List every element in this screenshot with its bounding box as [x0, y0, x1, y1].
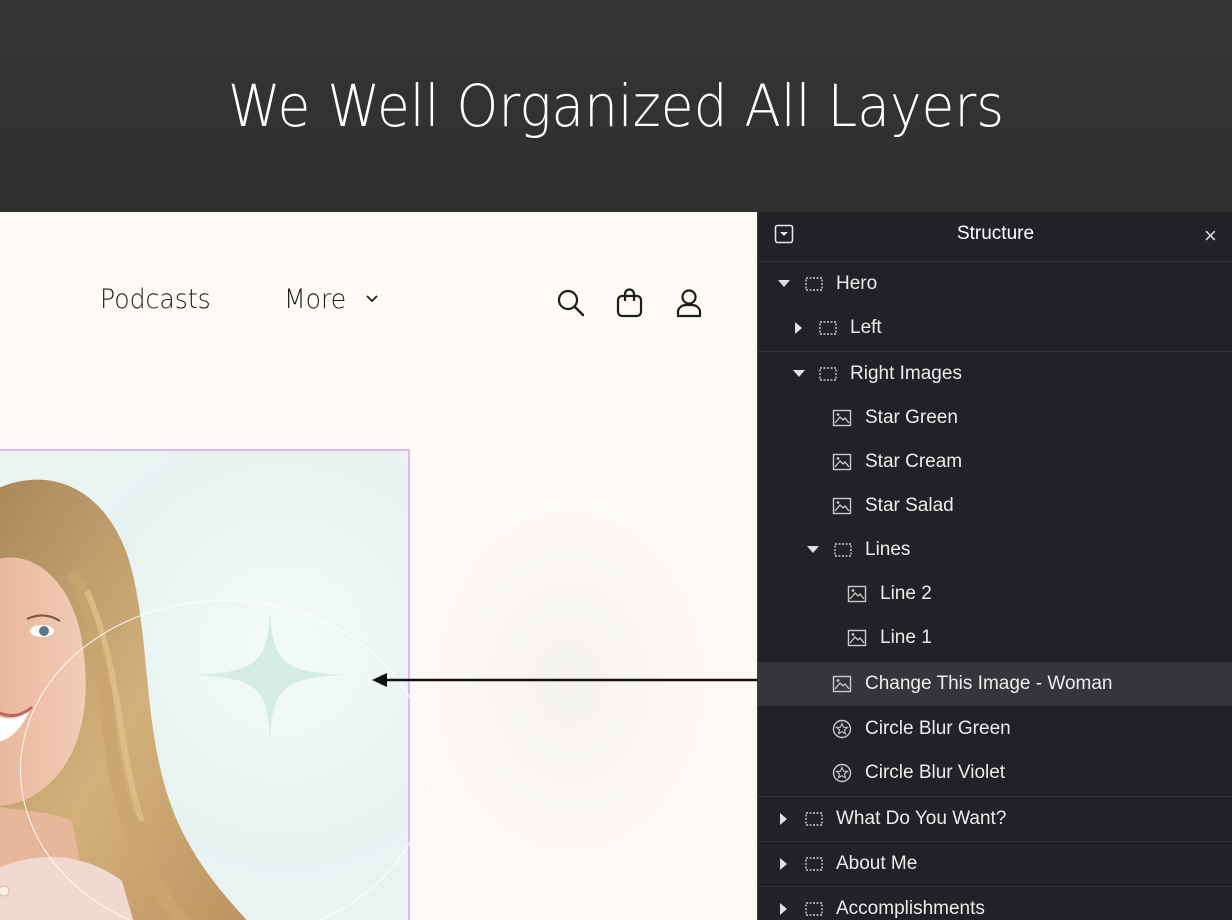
banner: We Well Organized All Layers	[0, 0, 1232, 212]
tree-item-right-images[interactable]: Right Images	[758, 351, 1232, 395]
tree-item-circle-blur-violet[interactable]: Circle Blur Violet	[758, 751, 1232, 795]
caret-right-icon[interactable]	[780, 903, 787, 915]
image-icon	[832, 497, 852, 515]
container-icon	[819, 321, 837, 335]
tree-item-circle-blur-green[interactable]: Circle Blur Green	[758, 707, 1232, 751]
chevron-down-icon[interactable]	[365, 294, 379, 304]
tree-item-lines[interactable]: Lines	[758, 528, 1232, 572]
tree-item-label: Change This Image - Woman	[865, 673, 1113, 694]
star-circle-icon	[832, 763, 852, 783]
caret-down-icon[interactable]	[807, 546, 819, 553]
tree-item-star-cream[interactable]: Star Cream	[758, 440, 1232, 484]
tree-item-label: Line 1	[880, 627, 932, 648]
section-icon	[805, 277, 823, 291]
star-sparkle-icon	[195, 610, 345, 740]
tree-item-label: About Me	[836, 853, 918, 874]
tree-item-label: What Do You Want?	[836, 808, 1007, 829]
tree-item-hero[interactable]: Hero	[758, 262, 1232, 306]
search-icon[interactable]	[556, 288, 586, 318]
star-circle-icon	[832, 719, 852, 739]
caret-down-icon[interactable]	[778, 280, 790, 287]
tree-item-label: Circle Blur Green	[865, 718, 1011, 739]
tree-item-label: Star Cream	[865, 451, 963, 472]
tree-item-label: Line 2	[880, 583, 932, 604]
container-icon	[819, 367, 837, 381]
website-preview: op Podcasts More	[0, 212, 757, 920]
tree-item-star-green[interactable]: Star Green	[758, 396, 1232, 440]
image-icon	[847, 585, 867, 603]
section-icon	[805, 812, 823, 826]
tree-item-label: Star Salad	[865, 495, 954, 516]
structure-panel: Structure × Hero Left Right Images Star …	[757, 212, 1232, 920]
user-icon[interactable]	[675, 288, 703, 318]
caret-right-icon[interactable]	[780, 813, 787, 825]
tree-item-label: Right Images	[850, 363, 962, 384]
panel-title: Structure	[956, 223, 1035, 244]
structure-panel-header: Structure ×	[758, 212, 1232, 262]
section-icon	[805, 902, 823, 916]
tree-item-label: Circle Blur Violet	[865, 762, 1006, 783]
close-icon[interactable]: ×	[1204, 225, 1217, 247]
tree-item-about-me[interactable]: About Me	[758, 841, 1232, 885]
image-icon	[832, 675, 852, 693]
image-icon	[832, 409, 852, 427]
tree-item-label: Star Green	[865, 407, 958, 428]
tree-item-left[interactable]: Left	[758, 306, 1232, 350]
caret-right-icon[interactable]	[795, 322, 802, 334]
tree-item-what-do-you-want[interactable]: What Do You Want?	[758, 796, 1232, 840]
section-icon	[805, 857, 823, 871]
nav-podcasts-link[interactable]: Podcasts	[100, 284, 211, 315]
tree-item-label: Left	[850, 317, 882, 338]
tree-item-star-salad[interactable]: Star Salad	[758, 484, 1232, 528]
tree-item-accomplishments[interactable]: Accomplishments	[758, 886, 1232, 920]
caret-right-icon[interactable]	[780, 858, 787, 870]
container-icon	[834, 543, 852, 557]
tree-item-label: Accomplishments	[836, 898, 985, 919]
tree-item-label: Hero	[836, 273, 878, 294]
tree-item-line-2[interactable]: Line 2	[758, 572, 1232, 616]
banner-title: We Well Organized All Layers	[227, 72, 1005, 140]
tree-item-line-1[interactable]: Line 1	[758, 616, 1232, 660]
caret-down-icon[interactable]	[793, 370, 805, 377]
image-icon	[847, 629, 867, 647]
tree-item-label: Lines	[865, 539, 911, 560]
nav-more-link[interactable]: More	[284, 284, 346, 315]
pointer-arrow	[372, 673, 800, 687]
shopping-bag-icon[interactable]	[615, 288, 645, 318]
tree-item-woman-image[interactable]: Change This Image - Woman	[758, 662, 1232, 706]
image-icon	[832, 453, 852, 471]
